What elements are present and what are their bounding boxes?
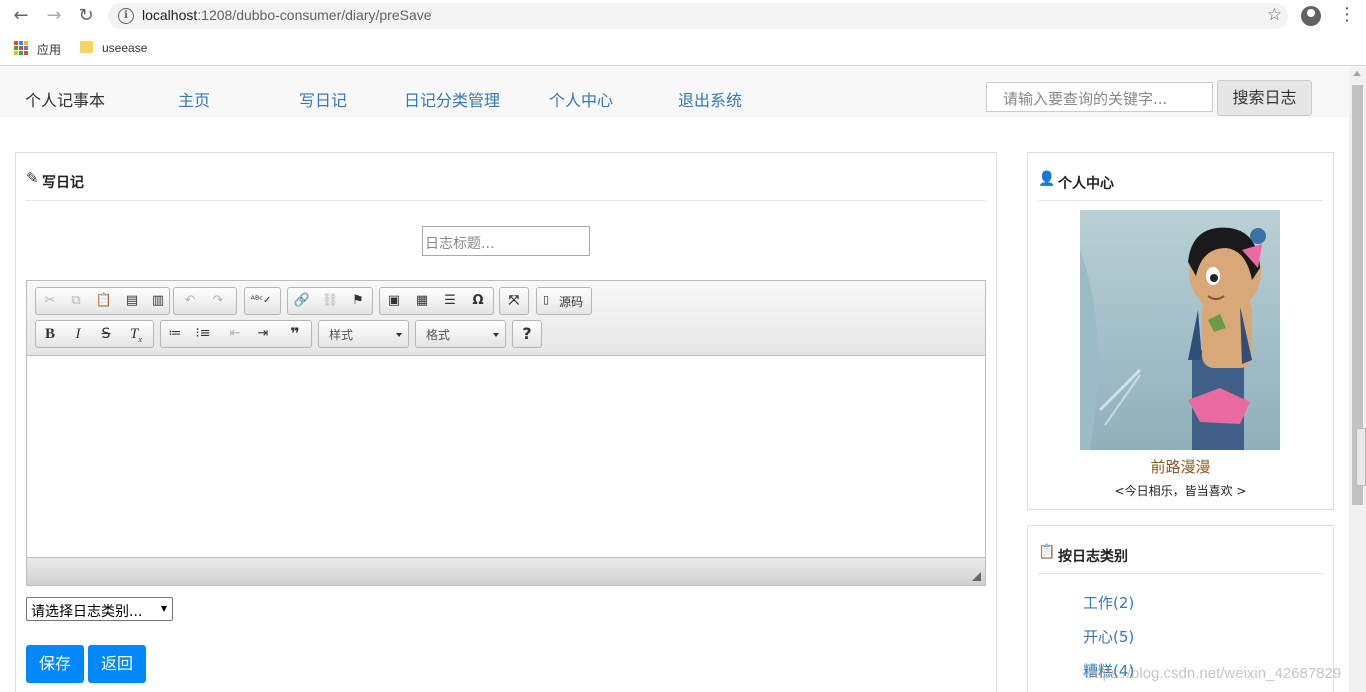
spellcheck-icon[interactable]: ᴬᴮᶜ✓: [249, 290, 273, 312]
watermark: https://blog.csdn.net/weixin_42687829: [1086, 665, 1342, 682]
strike-icon[interactable]: S: [94, 323, 118, 345]
top-navbar: 个人记事本 主页 写日记 日记分类管理 个人中心 退出系统 请输入要查询的关键字…: [0, 67, 1349, 117]
link-group: 🔗 ⛓ ⚑: [287, 287, 373, 315]
folder-icon: [80, 41, 93, 53]
avatar: [1080, 210, 1280, 450]
paste-icon[interactable]: 📋: [92, 290, 116, 312]
special-char-icon[interactable]: Ω: [466, 290, 490, 312]
table-icon[interactable]: ▦: [410, 290, 434, 312]
clipboard-group: ✂ ⧉ 📋 ▤ ▥: [35, 287, 170, 315]
url-text[interactable]: localhost:1208/dubbo-consumer/diary/preS…: [142, 7, 432, 23]
styles-combo[interactable]: 样式: [318, 320, 409, 348]
panel-header: ✎ 写日记: [26, 163, 986, 201]
bookmark-apps[interactable]: 应用: [37, 41, 61, 58]
bookmark-star-icon[interactable]: ☆: [1267, 5, 1282, 25]
side-widget[interactable]: [1356, 428, 1366, 486]
maximize-group: ⤧: [499, 287, 529, 315]
unlink-icon[interactable]: ⛓: [318, 290, 342, 312]
apps-grid-icon[interactable]: [14, 41, 28, 55]
info-icon[interactable]: i: [118, 8, 134, 24]
profile-title: 个人中心: [1058, 176, 1114, 192]
indent-icon[interactable]: ⇥: [251, 323, 275, 345]
image-icon[interactable]: ▣: [382, 290, 406, 312]
insert-group: ▣ ▦ ☰ Ω: [379, 287, 494, 315]
spellcheck-group: ᴬᴮᶜ✓: [244, 287, 281, 315]
nav-personal-center[interactable]: 个人中心: [549, 87, 613, 111]
category-link-work[interactable]: 工作(2): [1083, 592, 1134, 613]
bookmarks-bar: 应用 useease: [0, 33, 1366, 66]
categories-title: 按日志类别: [1058, 549, 1128, 565]
categories-header: 📋 按日志类别: [1038, 536, 1323, 574]
editor-toolbar: ✂ ⧉ 📋 ▤ ▥ ↶ ↷ ᴬᴮᶜ✓ 🔗 ⛓ ⚑ ▣ ▦ ☰ Ω ⤧ ▯ 源码 …: [27, 281, 985, 356]
list-group: ≔ ⁝≡ ⇤ ⇥ ❞: [160, 320, 312, 348]
avatar-illustration: [1080, 210, 1280, 450]
undo-icon[interactable]: ↶: [178, 290, 202, 312]
source-label: 源码: [559, 295, 584, 309]
back-arrow-icon[interactable]: ←: [10, 6, 32, 26]
category-link-happy[interactable]: 开心(5): [1083, 626, 1134, 647]
panel-title: 写日记: [42, 175, 84, 191]
back-button[interactable]: 返回: [88, 645, 146, 683]
reload-icon[interactable]: ↻: [75, 6, 97, 26]
save-button[interactable]: 保存: [26, 645, 84, 683]
account-icon[interactable]: [1301, 6, 1321, 26]
nav-home[interactable]: 主页: [178, 87, 210, 111]
page-scrollbar[interactable]: [1349, 67, 1366, 692]
undo-group: ↶ ↷: [173, 287, 237, 315]
bulleted-list-icon[interactable]: ⁝≡: [191, 323, 215, 345]
profile-motto: <今日相乐，皆当喜欢 >: [1114, 484, 1247, 498]
source-icon: ▯: [543, 293, 550, 306]
outdent-icon[interactable]: ⇤: [223, 323, 247, 345]
search-input[interactable]: 请输入要查询的关键字...: [986, 82, 1213, 112]
browser-toolbar: ← → ↻ i localhost:1208/dubbo-consumer/di…: [0, 0, 1366, 33]
maximize-icon[interactable]: ⤧: [502, 290, 526, 312]
write-diary-panel: ✎ 写日记 日志标题... ✂ ⧉ 📋 ▤ ▥ ↶ ↷ ᴬᴮᶜ✓ 🔗 ⛓ ⚑ ▣…: [15, 152, 997, 692]
help-icon: ?: [522, 324, 532, 343]
clipboard-icon: 📋: [1038, 544, 1056, 560]
profile-panel: 👤 个人中心 前路漫漫 <今日相乐，皆当喜欢 >: [1027, 152, 1334, 510]
nav-logout[interactable]: 退出系统: [678, 87, 742, 111]
redo-icon[interactable]: ↷: [206, 290, 230, 312]
source-button[interactable]: ▯ 源码: [536, 287, 592, 315]
scroll-up-arrow-icon[interactable]: [1353, 71, 1361, 76]
brand-title[interactable]: 个人记事本: [25, 87, 105, 111]
profile-header: 👤 个人中心: [1038, 163, 1323, 201]
url-path: :1208/dubbo-consumer/diary/preSave: [197, 7, 432, 23]
anchor-flag-icon[interactable]: ⚑: [346, 290, 370, 312]
url-host: localhost: [142, 7, 198, 23]
diary-title-input[interactable]: 日志标题...: [422, 226, 590, 256]
blockquote-icon[interactable]: ❞: [283, 323, 307, 345]
bookmark-useease[interactable]: useease: [102, 41, 147, 55]
editor-footer: [27, 557, 985, 585]
nav-category-manage[interactable]: 日记分类管理: [404, 87, 500, 111]
paste-word-icon[interactable]: ▥: [146, 290, 170, 312]
forward-arrow-icon[interactable]: →: [43, 6, 65, 26]
horizontal-line-icon[interactable]: ☰: [438, 290, 462, 312]
link-icon[interactable]: 🔗: [290, 290, 314, 312]
pencil-icon: ✎: [26, 169, 39, 187]
user-icon: 👤: [1038, 171, 1056, 187]
paste-text-icon[interactable]: ▤: [120, 290, 144, 312]
page-content: 个人记事本 主页 写日记 日记分类管理 个人中心 退出系统 请输入要查询的关键字…: [0, 67, 1349, 692]
nav-write-diary[interactable]: 写日记: [299, 87, 347, 111]
resize-handle-icon[interactable]: [972, 572, 981, 581]
italic-icon[interactable]: I: [66, 323, 90, 345]
editor-content-area[interactable]: [27, 357, 985, 557]
format-combo[interactable]: 格式: [415, 320, 506, 348]
bold-icon[interactable]: B: [38, 323, 62, 345]
remove-format-icon[interactable]: Tx: [124, 323, 148, 345]
cut-icon[interactable]: ✂: [38, 290, 62, 312]
address-bar[interactable]: i localhost:1208/dubbo-consumer/diary/pr…: [108, 3, 1288, 29]
search-button[interactable]: 搜索日志: [1217, 80, 1312, 116]
help-button[interactable]: ?: [512, 320, 542, 348]
basic-styles-group: B I S Tx: [35, 320, 154, 348]
menu-kebab-icon[interactable]: ⋮: [1338, 5, 1356, 25]
rich-text-editor: ✂ ⧉ 📋 ▤ ▥ ↶ ↷ ᴬᴮᶜ✓ 🔗 ⛓ ⚑ ▣ ▦ ☰ Ω ⤧ ▯ 源码 …: [26, 280, 986, 586]
profile-nickname: 前路漫漫: [1150, 458, 1211, 476]
copy-icon[interactable]: ⧉: [64, 290, 88, 312]
diary-category-select[interactable]: 请选择日志类别...: [26, 597, 173, 621]
numbered-list-icon[interactable]: ≔: [163, 323, 187, 345]
